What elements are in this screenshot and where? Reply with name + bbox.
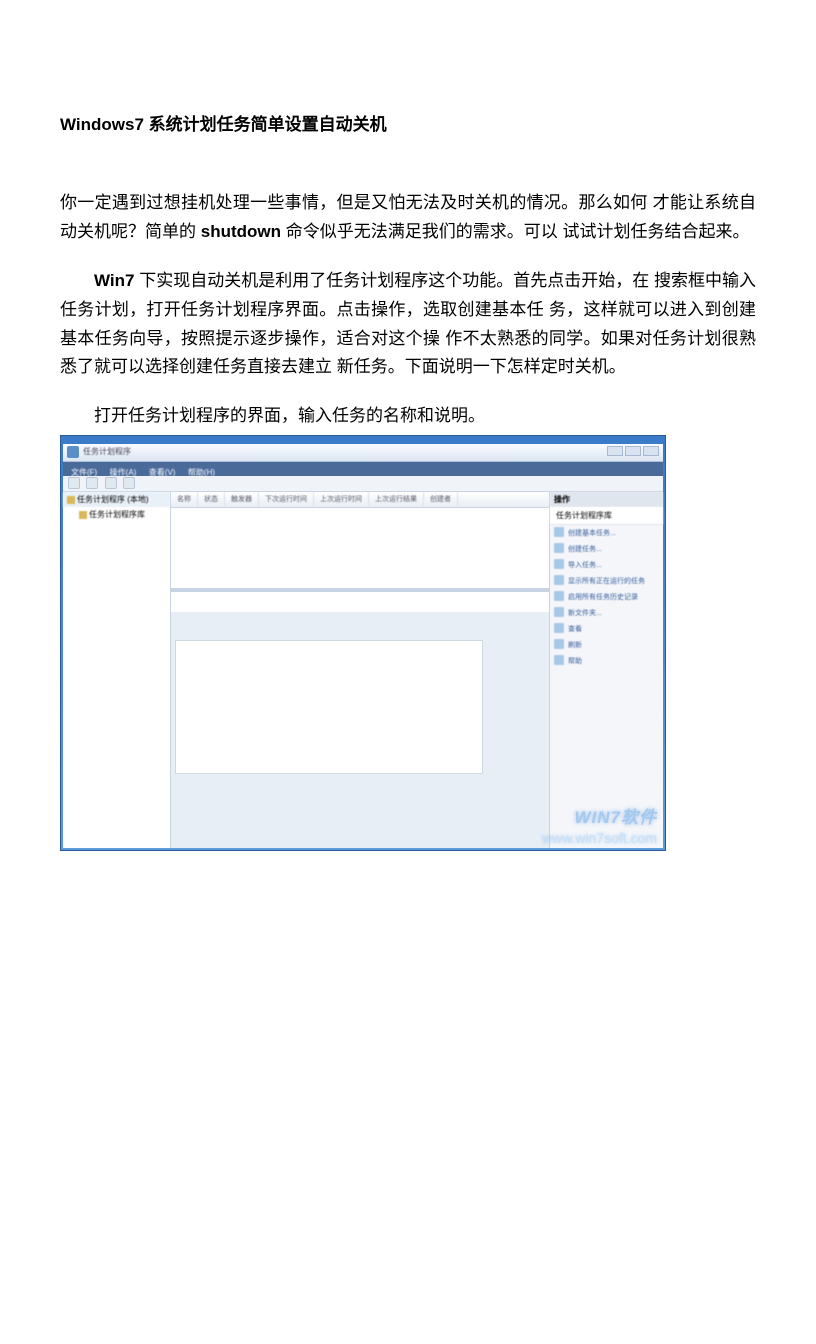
action-label: 帮助 [568, 658, 582, 665]
detail-panel [171, 612, 549, 848]
blank-area [175, 640, 483, 774]
task-icon [554, 543, 564, 553]
actions-panel: 操作 任务计划程序库 创建基本任务... 创建任务... 导入任务... 显示所… [549, 492, 663, 848]
action-help[interactable]: 帮助 [550, 653, 663, 669]
tool-back-icon[interactable] [68, 477, 80, 489]
col-creator[interactable]: 创建者 [424, 492, 458, 507]
import-icon [554, 559, 564, 569]
center-panel: 名称 状态 触发器 下次运行时间 上次运行时间 上次运行结果 创建者 [171, 492, 549, 848]
action-label: 查看 [568, 626, 582, 633]
window-inner: 任务计划程序 文件(F) 操作(A) 查看(V) 帮助(H) 任务计划程序 (本… [63, 444, 663, 848]
p2-rest: 下实现自动关机是利用了任务计划程序这个功能。首先点击开始，在 搜索框中输入任务计… [60, 271, 756, 377]
col-triggers[interactable]: 触发器 [225, 492, 259, 507]
col-result[interactable]: 上次运行结果 [369, 492, 424, 507]
task-list: 名称 状态 触发器 下次运行时间 上次运行时间 上次运行结果 创建者 [171, 492, 549, 592]
titlebar: 任务计划程序 [63, 444, 663, 462]
close-button[interactable] [643, 446, 659, 456]
p1-bold: shutdown [201, 222, 281, 241]
caption: 打开任务计划程序的界面，输入任务的名称和说明。 [60, 402, 756, 431]
list-icon [554, 575, 564, 585]
paragraph-2: Win7 下实现自动关机是利用了任务计划程序这个功能。首先点击开始，在 搜索框中… [60, 267, 756, 383]
page-title: Windows7 系统计划任务简单设置自动关机 [60, 110, 756, 135]
action-label: 显示所有正在运行的任务 [568, 578, 645, 585]
folder-icon [79, 511, 87, 519]
col-next[interactable]: 下次运行时间 [259, 492, 314, 507]
action-enable-history[interactable]: 启用所有任务历史记录 [550, 589, 663, 605]
tree-item-label: 任务计划程序库 [89, 510, 145, 519]
action-label: 创建基本任务... [568, 530, 616, 537]
help-icon [554, 655, 564, 665]
tree-root[interactable]: 任务计划程序 (本地) [63, 492, 170, 507]
actions-title: 任务计划程序库 [550, 507, 663, 525]
paragraph-1: 你一定遇到过想挂机处理一些事情，但是又怕无法及时关机的情况。那么如何 才能让系统… [60, 189, 756, 247]
col-name[interactable]: 名称 [171, 492, 198, 507]
action-create[interactable]: 创建任务... [550, 541, 663, 557]
p2-bold: Win7 [94, 271, 134, 290]
window-title: 任务计划程序 [83, 446, 131, 457]
minimize-button[interactable] [607, 446, 623, 456]
action-new-folder[interactable]: 新文件夹... [550, 605, 663, 621]
tool-icon[interactable] [123, 477, 135, 489]
folder-icon [554, 607, 564, 617]
watermark-logo: WIN7软件 [575, 803, 658, 828]
action-view[interactable]: 查看 [550, 621, 663, 637]
app-icon [67, 446, 79, 458]
list-header: 名称 状态 触发器 下次运行时间 上次运行时间 上次运行结果 创建者 [171, 492, 549, 508]
maximize-button[interactable] [625, 446, 641, 456]
tree-root-label: 任务计划程序 (本地) [77, 495, 149, 504]
tool-icon[interactable] [105, 477, 117, 489]
window-controls[interactable] [607, 446, 659, 456]
action-label: 启用所有任务历史记录 [568, 594, 638, 601]
history-icon [554, 591, 564, 601]
screenshot: 任务计划程序 文件(F) 操作(A) 查看(V) 帮助(H) 任务计划程序 (本… [60, 435, 666, 851]
toolbar [63, 476, 663, 492]
action-label: 导入任务... [568, 562, 602, 569]
action-label: 创建任务... [568, 546, 602, 553]
col-last[interactable]: 上次运行时间 [314, 492, 369, 507]
watermark-url: www.win7soft.com [542, 830, 657, 846]
tree-panel: 任务计划程序 (本地) 任务计划程序库 [63, 492, 171, 848]
folder-icon [67, 496, 75, 504]
action-import[interactable]: 导入任务... [550, 557, 663, 573]
action-refresh[interactable]: 刷新 [550, 637, 663, 653]
actions-header: 操作 [550, 492, 663, 507]
action-label: 刷新 [568, 642, 582, 649]
tool-forward-icon[interactable] [86, 477, 98, 489]
col-status[interactable]: 状态 [198, 492, 225, 507]
action-create-basic[interactable]: 创建基本任务... [550, 525, 663, 541]
action-label: 新文件夹... [568, 610, 602, 617]
task-icon [554, 527, 564, 537]
p1-b: 命令似乎无法满足我们的需求。可以 试试计划任务结合起来。 [281, 222, 749, 241]
tree-item[interactable]: 任务计划程序库 [63, 507, 170, 522]
action-show-running[interactable]: 显示所有正在运行的任务 [550, 573, 663, 589]
menubar: 文件(F) 操作(A) 查看(V) 帮助(H) [63, 462, 663, 476]
view-icon [554, 623, 564, 633]
refresh-icon [554, 639, 564, 649]
